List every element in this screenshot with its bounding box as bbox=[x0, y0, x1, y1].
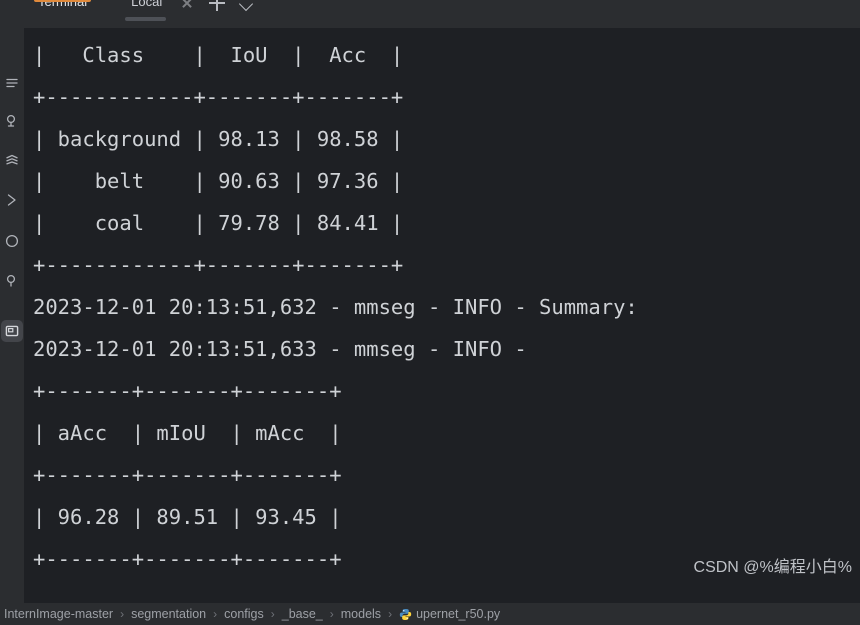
terminal-tab-strip: Terminal Local bbox=[0, 0, 860, 28]
breadcrumb-item[interactable]: models bbox=[341, 607, 381, 621]
active-tab-accent-bar bbox=[34, 0, 92, 2]
terminal-line: +------------+-------+-------+ bbox=[33, 85, 404, 109]
terminal-line: | belt | 90.63 | 97.36 | bbox=[33, 169, 404, 193]
terminal-lines: | Class | IoU | Acc | +------------+----… bbox=[24, 34, 860, 580]
breadcrumb-item[interactable]: segmentation bbox=[131, 607, 206, 621]
terminal-window-icon[interactable] bbox=[1, 320, 23, 342]
chevron-down-icon[interactable] bbox=[236, 0, 258, 14]
terminal-line: | 96.28 | 89.51 | 93.45 | bbox=[33, 505, 342, 529]
plus-icon[interactable] bbox=[206, 0, 228, 14]
breadcrumb-separator: › bbox=[388, 607, 393, 621]
terminal-line: | aAcc | mIoU | mAcc | bbox=[33, 421, 342, 445]
close-icon[interactable] bbox=[178, 0, 196, 12]
breadcrumb-separator: › bbox=[329, 607, 334, 621]
terminal-session-tab-local[interactable]: Local bbox=[123, 0, 168, 28]
selected-session-indicator bbox=[125, 17, 167, 21]
breadcrumb-file-label: upernet_r50.py bbox=[416, 607, 501, 621]
terminal-session-tab-label: Local bbox=[131, 0, 163, 9]
tabs-area: Terminal Local bbox=[24, 0, 860, 28]
commit-icon[interactable] bbox=[1, 110, 23, 132]
breadcrumb-item[interactable]: configs bbox=[224, 607, 264, 621]
breadcrumb-separator: › bbox=[213, 607, 218, 621]
left-tool-strip bbox=[0, 28, 24, 603]
circle-clock-icon[interactable] bbox=[1, 230, 23, 252]
terminal-line: | coal | 79.78 | 84.41 | bbox=[33, 211, 404, 235]
terminal-line: +-------+-------+-------+ bbox=[33, 463, 342, 487]
breadcrumb-item[interactable]: _base_ bbox=[282, 607, 323, 621]
sidebar-gutter-top bbox=[0, 0, 24, 28]
chevron-right-run-icon[interactable] bbox=[1, 189, 23, 211]
body-row: | Class | IoU | Acc | +------------+----… bbox=[0, 28, 860, 603]
menu-lines-icon[interactable] bbox=[1, 72, 23, 94]
terminal-line: | Class | IoU | Acc | bbox=[33, 43, 404, 67]
breadcrumb-separator: › bbox=[270, 607, 275, 621]
breadcrumb: InternImage-master › segmentation › conf… bbox=[0, 603, 860, 625]
breadcrumb-separator: › bbox=[120, 607, 125, 621]
ide-window: Terminal Local | Class | IoU | Acc | +--… bbox=[0, 0, 860, 625]
python-file-icon bbox=[399, 608, 412, 621]
breadcrumb-item-file[interactable]: upernet_r50.py bbox=[399, 607, 500, 621]
terminal-line: 2023-12-01 20:13:51,633 - mmseg - INFO - bbox=[33, 337, 527, 361]
terminal-output-pane[interactable]: | Class | IoU | Acc | +------------+----… bbox=[24, 28, 860, 603]
stack-layers-icon[interactable] bbox=[1, 150, 23, 172]
watermark: CSDN @%编程小白% bbox=[693, 559, 852, 576]
breadcrumb-item[interactable]: InternImage-master bbox=[4, 607, 113, 621]
tool-window-tab-terminal[interactable]: Terminal bbox=[24, 0, 101, 28]
terminal-line: | background | 98.13 | 98.58 | bbox=[33, 127, 404, 151]
terminal-line: +-------+-------+-------+ bbox=[33, 379, 342, 403]
terminal-line: 2023-12-01 20:13:51,632 - mmseg - INFO -… bbox=[33, 295, 638, 319]
question-balloon-icon[interactable] bbox=[1, 270, 23, 292]
terminal-line: +------------+-------+-------+ bbox=[33, 253, 404, 277]
